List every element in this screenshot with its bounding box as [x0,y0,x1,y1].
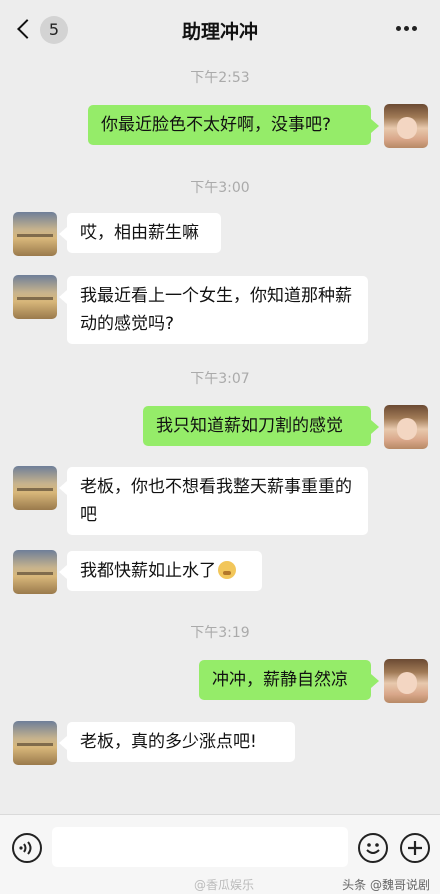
plus-icon[interactable] [400,833,430,863]
chat-header: 5 助理冲冲 [0,0,440,58]
user-avatar[interactable] [384,659,428,703]
message-timestamp: 下午3:07 [190,371,250,387]
voice-icon[interactable] [12,833,42,863]
message-timestamp: 下午3:00 [190,180,250,196]
message-bubble-received[interactable]: 老板，真的多少涨点吧! [59,722,295,762]
user-avatar[interactable] [384,405,428,449]
flushed-emoji-icon [218,561,236,579]
message-bubble-sent[interactable]: 你最近脸色不太好啊，没事吧? [88,105,379,145]
contact-avatar[interactable] [13,721,57,765]
chat-title: 助理冲冲 [181,21,258,43]
message-text: 我都快薪如止水了 [80,561,216,581]
message-timestamp: 下午3:19 [190,625,250,641]
message-bubble-received[interactable]: 我都快薪如止水了 [59,551,262,591]
contact-avatar[interactable] [13,212,57,256]
contact-avatar[interactable] [13,550,57,594]
watermark-right: 头条 @魏哥说剧 [342,878,430,892]
contact-avatar[interactable] [13,466,57,510]
user-avatar[interactable] [384,104,428,148]
message-timestamp: 下午2:53 [190,70,250,86]
message-bubble-sent[interactable]: 冲冲，薪静自然凉 [199,660,379,700]
message-bubble-received[interactable]: 我最近看上一个女生，你知道那种薪动的感觉吗? [59,276,368,344]
message-input[interactable] [52,827,348,867]
emoji-icon[interactable] [358,833,388,863]
message-bubble-sent[interactable]: 我只知道薪如刀割的感觉 [143,406,379,446]
more-options-icon[interactable] [396,26,418,32]
input-bar: @香瓜娱乐 头条 @魏哥说剧 [0,814,440,894]
watermark-left: @香瓜娱乐 [194,878,255,892]
message-bubble-received[interactable]: 老板，你也不想看我整天薪事重重的吧 [59,467,368,535]
contact-avatar[interactable] [13,275,57,319]
message-bubble-received[interactable]: 哎，相由薪生嘛 [59,213,221,253]
